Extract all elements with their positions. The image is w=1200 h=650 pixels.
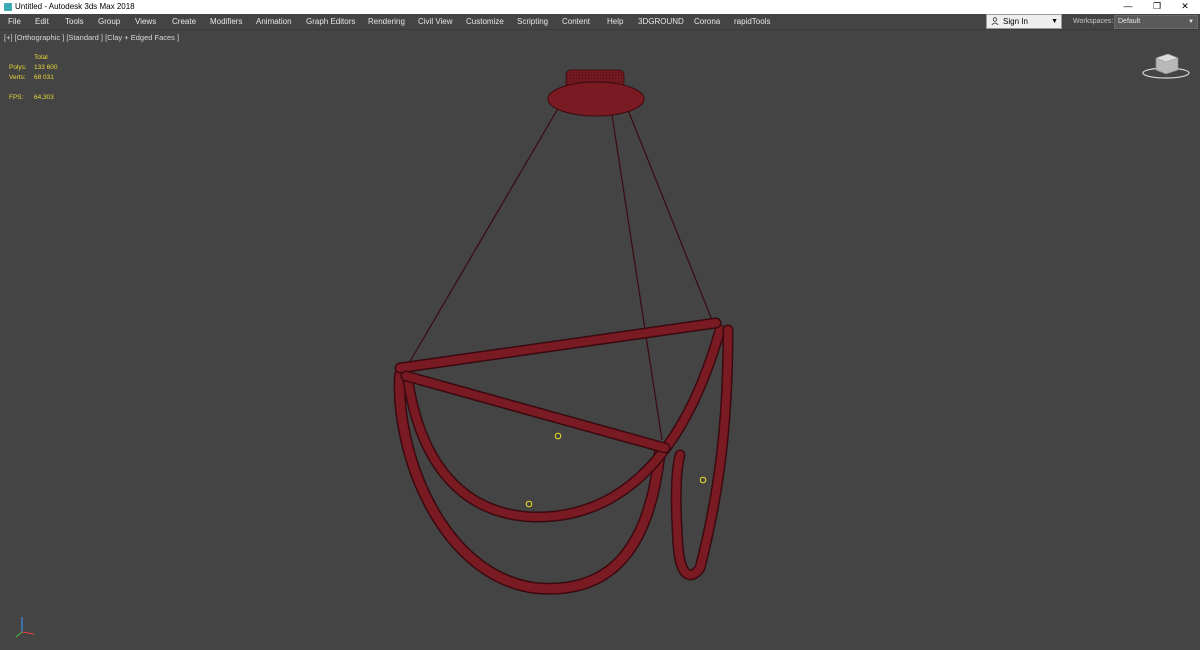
axis-tripod-icon (15, 617, 35, 638)
menu-animation[interactable]: Animation (256, 14, 292, 29)
sign-in-dropdown[interactable]: Sign In ▼ (986, 14, 1062, 29)
restore-button[interactable]: ❐ (1143, 0, 1171, 14)
menu-civil-view[interactable]: Civil View (418, 14, 453, 29)
chevron-down-icon: ▼ (1051, 18, 1058, 25)
workspaces-label: Workspaces: (1073, 18, 1114, 25)
menu-3dground[interactable]: 3DGROUND (638, 14, 684, 29)
workspace-select[interactable]: Default ▼ (1114, 15, 1198, 29)
title-bar: Untitled - Autodesk 3ds Max 2018 — ❐ ✕ (0, 0, 1200, 14)
menu-create[interactable]: Create (172, 14, 196, 29)
window-title: Untitled - Autodesk 3ds Max 2018 (15, 2, 135, 11)
menu-corona[interactable]: Corona (694, 14, 720, 29)
menu-group[interactable]: Group (98, 14, 120, 29)
ring-tubes[interactable] (393, 317, 734, 595)
chevron-down-icon: ▼ (1188, 19, 1194, 25)
menu-help[interactable]: Help (607, 14, 623, 29)
workspace-value: Default (1118, 18, 1141, 25)
menu-rendering[interactable]: Rendering (368, 14, 405, 29)
menu-tools[interactable]: Tools (65, 14, 84, 29)
menu-edit[interactable]: Edit (35, 14, 49, 29)
menu-scripting[interactable]: Scripting (517, 14, 548, 29)
app-icon (4, 3, 12, 11)
viewport[interactable]: [+] [Orthographic ] [Standard ] [Clay + … (0, 30, 1200, 650)
sign-in-label: Sign In (1003, 17, 1028, 26)
menu-content[interactable]: Content (562, 14, 590, 29)
menu-views[interactable]: Views (135, 14, 156, 29)
viewcube-icon[interactable] (1140, 50, 1192, 80)
menu-file[interactable]: File (8, 14, 21, 29)
menu-graph-editors[interactable]: Graph Editors (306, 14, 355, 29)
ceiling-canopy[interactable] (547, 69, 645, 117)
minimize-button[interactable]: — (1114, 0, 1142, 14)
menu-rapidtools[interactable]: rapidTools (734, 14, 770, 29)
chandelier-model[interactable] (0, 30, 1200, 650)
user-icon (991, 17, 999, 25)
close-button[interactable]: ✕ (1171, 0, 1199, 14)
menu-modifiers[interactable]: Modifiers (210, 14, 242, 29)
menu-customize[interactable]: Customize (466, 14, 504, 29)
